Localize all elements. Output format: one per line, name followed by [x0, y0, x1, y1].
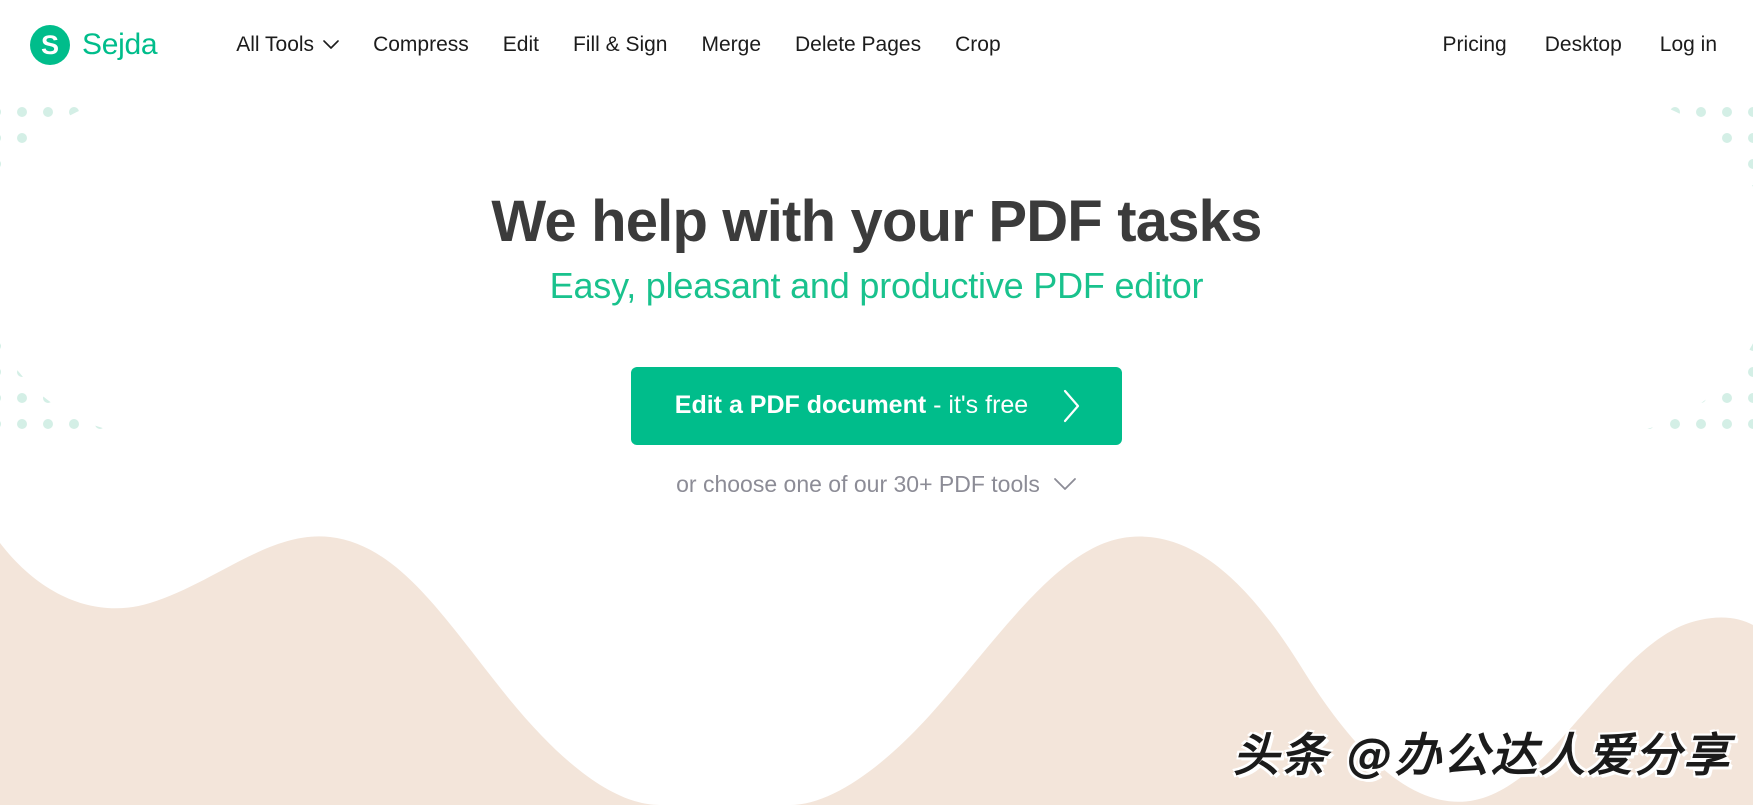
nav-item-delete-pages[interactable]: Delete Pages — [778, 25, 938, 65]
brand-mark-letter: S — [40, 29, 59, 60]
page-subtitle: Easy, pleasant and productive PDF editor — [549, 264, 1204, 306]
nav-item-merge[interactable]: Merge — [684, 25, 778, 65]
nav-item-label: Desktop — [1544, 33, 1622, 56]
nav-item-fill-and-sign[interactable]: Fill & Sign — [556, 25, 685, 65]
decorative-wave-background — [0, 536, 1753, 805]
brand-logo-link[interactable]: S Sejda — [30, 25, 158, 65]
chevron-down-icon — [1053, 478, 1076, 491]
page-root: S Sejda All Tools Compress Edit Fill & S… — [0, 0, 1753, 805]
choose-pdf-tools-link[interactable]: or choose one of our 30+ PDF tools — [676, 471, 1077, 498]
nav-item-log-in[interactable]: Log in — [1641, 25, 1717, 65]
nav-primary-links: All Tools Compress Edit Fill & Sign Merg… — [219, 25, 1017, 65]
edit-pdf-document-button[interactable]: Edit a PDF document - it's free — [630, 366, 1123, 445]
nav-item-label: Fill & Sign — [572, 33, 668, 56]
nav-item-all-tools[interactable]: All Tools — [219, 25, 356, 65]
cta-button-label: Edit a PDF document - it's free — [675, 391, 1028, 420]
nav-item-label: Crop — [955, 33, 1001, 56]
nav-item-pricing[interactable]: Pricing — [1424, 25, 1526, 65]
nav-item-label: Merge — [701, 33, 762, 56]
brand-name-label: Sejda — [82, 28, 158, 61]
watermark-text: 头条 @办公达人爱分享 — [1232, 728, 1731, 782]
sejda-logo-icon: S — [30, 25, 70, 65]
hero-section: We help with your PDF tasks Easy, pleasa… — [0, 90, 1753, 498]
nav-item-label: Compress — [373, 33, 469, 56]
chevron-right-icon — [1064, 389, 1080, 423]
secondary-cta-row: or choose one of our 30+ PDF tools — [0, 445, 1753, 498]
nav-item-label: Edit — [502, 33, 539, 56]
top-navigation-bar: S Sejda All Tools Compress Edit Fill & S… — [0, 0, 1753, 90]
nav-item-edit[interactable]: Edit — [486, 25, 556, 65]
secondary-cta-label: or choose one of our 30+ PDF tools — [676, 470, 1040, 497]
nav-item-label: Pricing — [1442, 33, 1507, 56]
chevron-down-icon — [323, 40, 339, 49]
nav-item-desktop[interactable]: Desktop — [1526, 25, 1641, 65]
cta-label-strong: Edit a PDF document — [674, 391, 927, 420]
nav-secondary-links: Pricing Desktop Log in — [1424, 25, 1717, 65]
cta-container: Edit a PDF document - it's free — [0, 366, 1753, 445]
cta-label-rest: - it's free — [926, 391, 1029, 420]
page-title: We help with your PDF tasks — [491, 189, 1262, 254]
nav-item-label: Delete Pages — [795, 33, 922, 56]
nav-item-label: Log in — [1659, 33, 1717, 56]
nav-item-label: All Tools — [236, 33, 315, 56]
nav-item-crop[interactable]: Crop — [938, 25, 1018, 65]
nav-item-compress[interactable]: Compress — [356, 25, 486, 65]
